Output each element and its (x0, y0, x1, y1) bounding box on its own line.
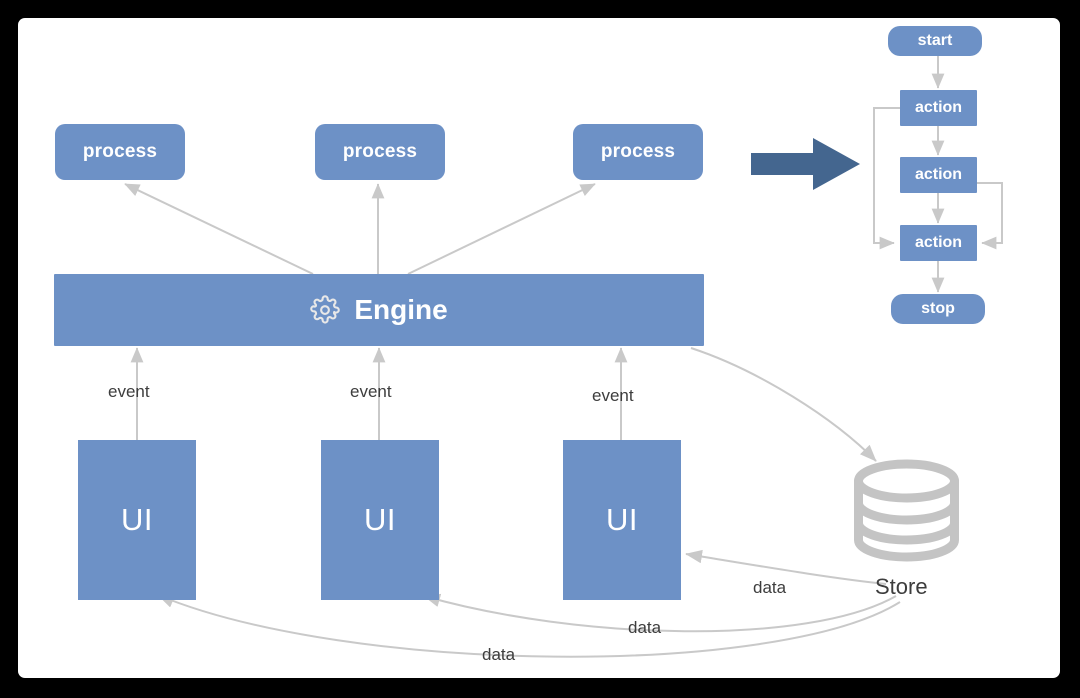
data-label-3: data (482, 645, 516, 664)
event-label-1: event (108, 382, 150, 401)
flow-stop-label: stop (921, 300, 955, 317)
process-box-1-label: process (82, 141, 158, 162)
screenshot-frame: process process process Engine event eve… (0, 0, 1080, 698)
flow-action-box-3[interactable]: action (900, 225, 977, 261)
store-label: Store (875, 574, 928, 599)
edge-loop-action-2-to-action-3 (977, 182, 1003, 250)
flow-start-box[interactable]: start (888, 26, 982, 56)
process-box-2-label: process (342, 141, 418, 162)
flow-action-1-label: action (914, 99, 963, 116)
ui-box-2-label: UI (364, 502, 396, 537)
flow-start-label: start (917, 32, 953, 49)
edge-engine-to-process-1 (124, 183, 314, 275)
event-label-2: event (350, 382, 392, 401)
process-box-2[interactable]: process (315, 124, 445, 180)
engine-label: Engine (354, 294, 448, 325)
flow-action-3-label: action (914, 234, 963, 251)
right-arrow-icon (751, 136, 861, 192)
edge-engine-to-process-3 (407, 183, 596, 275)
process-box-3-label: process (600, 141, 676, 162)
gear-icon (310, 295, 341, 325)
ui-box-3[interactable]: UI (563, 440, 681, 600)
diagram-canvas: process process process Engine event eve… (18, 18, 1060, 678)
store-icon[interactable] (849, 458, 964, 563)
edge-loop-action-1-to-action-3 (873, 107, 900, 250)
flow-stop-box[interactable]: stop (891, 294, 985, 324)
edge-engine-to-store (690, 347, 877, 462)
ui-box-3-label: UI (606, 502, 638, 537)
ui-box-1-label: UI (121, 502, 153, 537)
engine-bar[interactable]: Engine (54, 274, 704, 346)
data-label-2: data (628, 618, 662, 637)
flow-action-2-label: action (914, 166, 963, 183)
edge-store-to-ui-1 (157, 594, 901, 658)
flow-action-box-2[interactable]: action (900, 157, 977, 193)
process-box-1[interactable]: process (55, 124, 185, 180)
ui-box-1[interactable]: UI (78, 440, 196, 600)
data-label-1: data (753, 578, 787, 597)
flow-action-box-1[interactable]: action (900, 90, 977, 126)
ui-box-2[interactable]: UI (321, 440, 439, 600)
process-box-3[interactable]: process (573, 124, 703, 180)
event-label-3: event (592, 386, 634, 405)
